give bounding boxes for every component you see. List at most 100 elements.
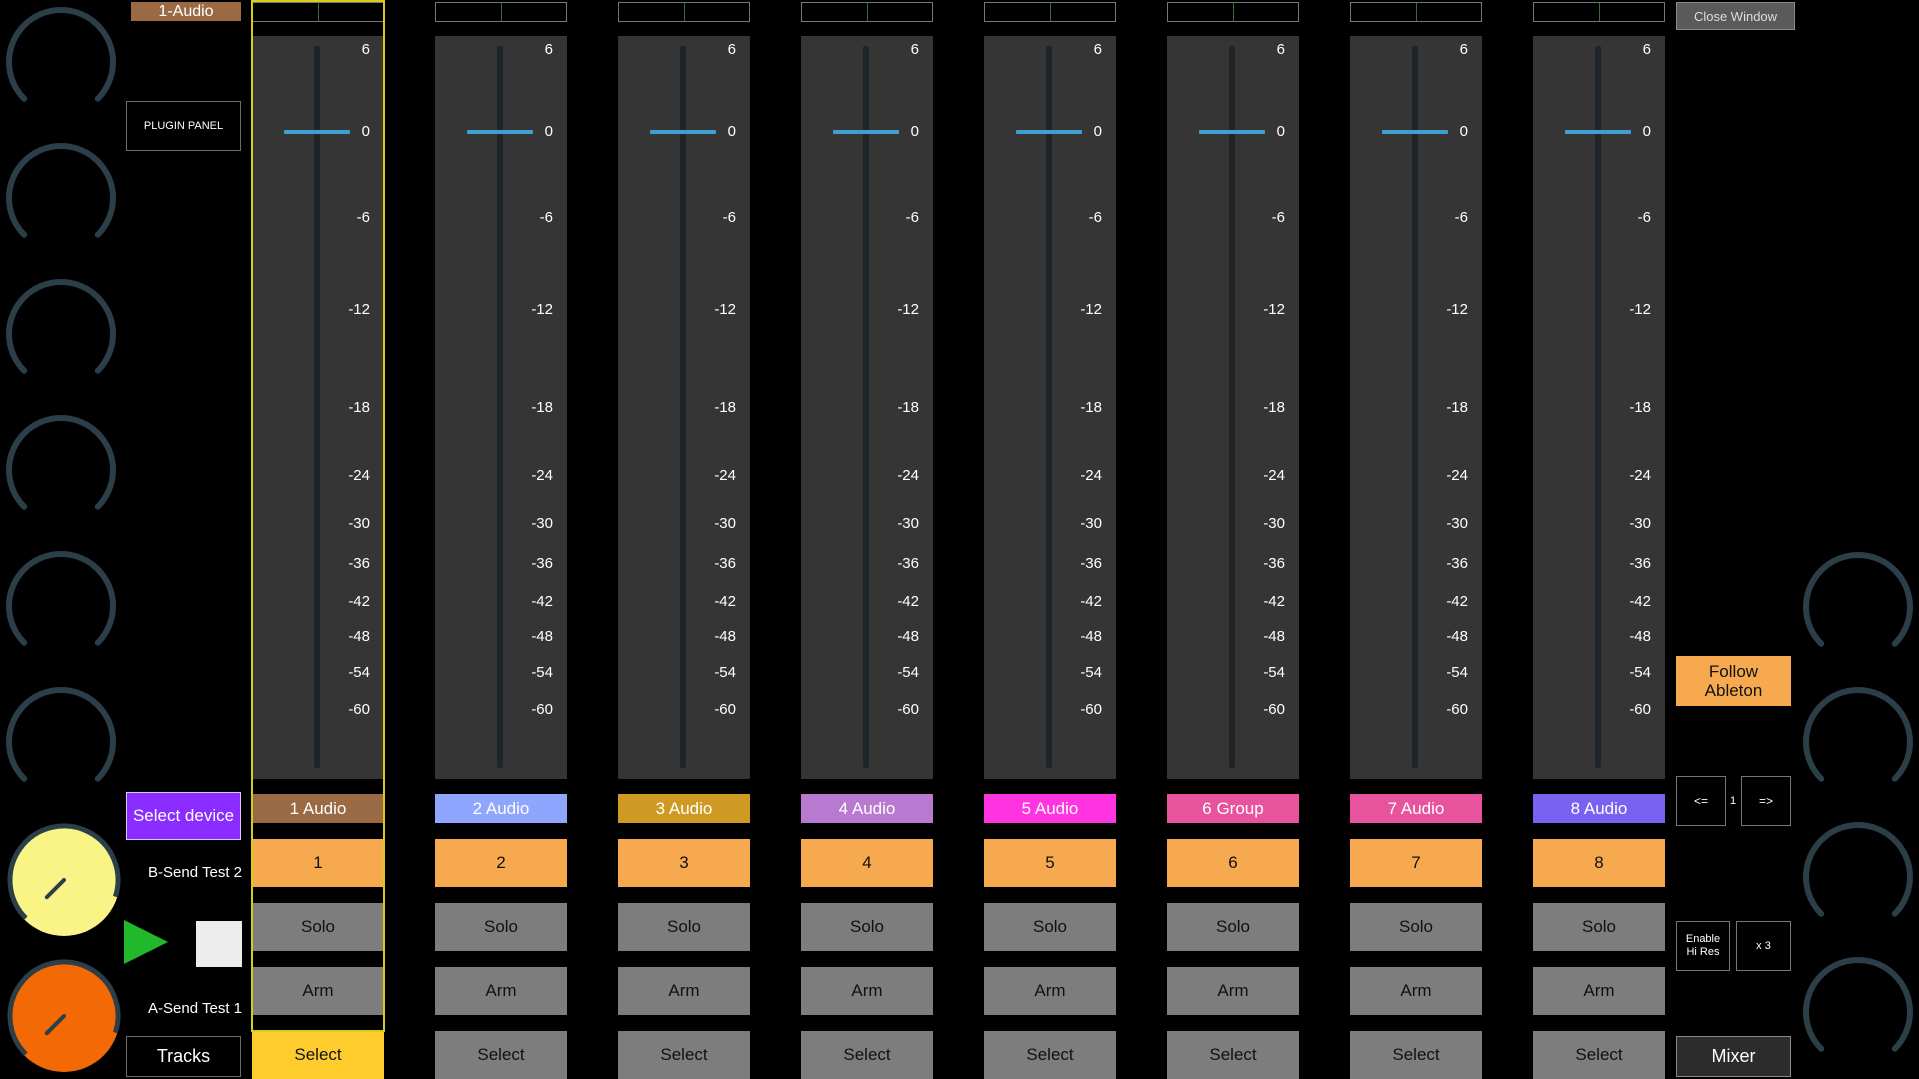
- knob-icon[interactable]: [3, 412, 119, 528]
- close-window-button[interactable]: Close Window: [1676, 2, 1795, 30]
- select-track-button[interactable]: Select: [435, 1031, 567, 1079]
- fader-scale-label: -12: [531, 301, 553, 318]
- solo-button[interactable]: Solo: [801, 903, 933, 951]
- volume-fader[interactable]: 6 0 -6 -12 -18 -24 -30 -36 -42 -48 -54 -60: [252, 36, 384, 779]
- arm-button[interactable]: Arm: [435, 967, 567, 1015]
- send-a-knob[interactable]: [6, 958, 122, 1074]
- fader-scale-label: -18: [1446, 399, 1468, 416]
- knob-icon[interactable]: [1800, 684, 1916, 800]
- arm-button[interactable]: Arm: [1350, 967, 1482, 1015]
- volume-fader[interactable]: 6 0 -6 -12 -18 -24 -30 -36 -42 -48 -54 -60: [984, 36, 1116, 779]
- select-track-button[interactable]: Select: [801, 1031, 933, 1079]
- fader-scale-label: -42: [531, 593, 553, 610]
- send-b-knob[interactable]: [6, 822, 122, 938]
- arm-button[interactable]: Arm: [984, 967, 1116, 1015]
- stop-button[interactable]: [196, 921, 242, 967]
- arm-button[interactable]: Arm: [1167, 967, 1299, 1015]
- select-track-button[interactable]: Select: [1350, 1031, 1482, 1079]
- follow-ableton-button[interactable]: Follow Ableton: [1676, 656, 1791, 706]
- solo-button[interactable]: Solo: [1167, 903, 1299, 951]
- solo-button[interactable]: Solo: [1350, 903, 1482, 951]
- volume-fader[interactable]: 6 0 -6 -12 -18 -24 -30 -36 -42 -48 -54 -60: [1167, 36, 1299, 779]
- fader-scale-label: -30: [1446, 515, 1468, 532]
- fader-scale-label: -30: [1263, 515, 1285, 532]
- next-page-button[interactable]: =>: [1741, 776, 1791, 826]
- track-number-button[interactable]: 5: [984, 839, 1116, 887]
- plugin-panel-button[interactable]: PLUGIN PANEL: [126, 101, 241, 151]
- fader-scale-label: -54: [1080, 664, 1102, 681]
- fader-scale-label: -36: [1629, 555, 1651, 572]
- select-track-button[interactable]: Select: [618, 1031, 750, 1079]
- knob-icon[interactable]: [3, 684, 119, 800]
- level-meter: [984, 2, 1116, 22]
- fader-scale-label: -42: [1263, 593, 1285, 610]
- enable-hi-res-button[interactable]: Enable Hi Res: [1676, 921, 1730, 971]
- prev-page-button[interactable]: <=: [1676, 776, 1726, 826]
- knob-icon[interactable]: [3, 276, 119, 392]
- fader-track[interactable]: [1595, 46, 1601, 768]
- fader-scale-label: -54: [1263, 664, 1285, 681]
- arm-button[interactable]: Arm: [801, 967, 933, 1015]
- solo-button[interactable]: Solo: [435, 903, 567, 951]
- volume-fader[interactable]: 6 0 -6 -12 -18 -24 -30 -36 -42 -48 -54 -60: [1350, 36, 1482, 779]
- select-track-button[interactable]: Select: [1533, 1031, 1665, 1079]
- arm-button[interactable]: Arm: [252, 967, 384, 1015]
- meter-divider: [684, 3, 685, 21]
- channel-strip: 6 0 -6 -12 -18 -24 -30 -36 -42 -48 -54 -60 4 Audio 4 S…: [801, 0, 933, 1079]
- meter-divider: [1233, 3, 1234, 21]
- select-track-button[interactable]: Select: [984, 1031, 1116, 1079]
- arm-button[interactable]: Arm: [1533, 967, 1665, 1015]
- fader-scale-label: -54: [1446, 664, 1468, 681]
- fader-scale-label: 6: [1642, 41, 1651, 58]
- knob-icon[interactable]: [3, 4, 119, 120]
- solo-button[interactable]: Solo: [984, 903, 1116, 951]
- knob-icon[interactable]: [3, 140, 119, 256]
- fader-scale-label: -36: [897, 555, 919, 572]
- track-name: 6 Group: [1167, 794, 1299, 823]
- volume-fader[interactable]: 6 0 -6 -12 -18 -24 -30 -36 -42 -48 -54 -60: [1533, 36, 1665, 779]
- fader-track[interactable]: [863, 46, 869, 768]
- knob-icon[interactable]: [1800, 819, 1916, 935]
- fader-scale-label: -36: [1263, 555, 1285, 572]
- fader-track[interactable]: [680, 46, 686, 768]
- fader-scale-label: -6: [1454, 209, 1468, 226]
- track-number-button[interactable]: 1: [252, 839, 384, 887]
- fader-scale-label: -48: [1446, 628, 1468, 645]
- meter-divider: [867, 3, 868, 21]
- track-number-button[interactable]: 4: [801, 839, 933, 887]
- channel-strip: 6 0 -6 -12 -18 -24 -30 -36 -42 -48 -54 -60 7 Audio 7 S…: [1350, 0, 1482, 1079]
- fader-scale-label: -30: [1629, 515, 1651, 532]
- select-device-button[interactable]: Select device: [126, 792, 241, 840]
- track-number-button[interactable]: 6: [1167, 839, 1299, 887]
- fader-scale-label: -42: [1629, 593, 1651, 610]
- select-track-button[interactable]: Select: [1167, 1031, 1299, 1079]
- level-meter: [1167, 2, 1299, 22]
- volume-fader[interactable]: 6 0 -6 -12 -18 -24 -30 -36 -42 -48 -54 -60: [435, 36, 567, 779]
- knob-icon[interactable]: [1800, 954, 1916, 1070]
- volume-fader[interactable]: 6 0 -6 -12 -18 -24 -30 -36 -42 -48 -54 -60: [618, 36, 750, 779]
- fader-track[interactable]: [1046, 46, 1052, 768]
- mixer-button[interactable]: Mixer: [1676, 1036, 1791, 1077]
- track-number-button[interactable]: 2: [435, 839, 567, 887]
- select-track-button[interactable]: Select: [252, 1031, 384, 1079]
- play-icon[interactable]: [124, 920, 168, 964]
- solo-button[interactable]: Solo: [1533, 903, 1665, 951]
- fader-scale-label: -48: [714, 628, 736, 645]
- fader-scale-label: 0: [1642, 123, 1651, 140]
- fader-track[interactable]: [314, 46, 320, 768]
- knob-icon[interactable]: [1800, 549, 1916, 665]
- fader-track[interactable]: [1229, 46, 1235, 768]
- volume-fader[interactable]: 6 0 -6 -12 -18 -24 -30 -36 -42 -48 -54 -60: [801, 36, 933, 779]
- tracks-button[interactable]: Tracks: [126, 1036, 241, 1077]
- track-number-button[interactable]: 7: [1350, 839, 1482, 887]
- solo-button[interactable]: Solo: [618, 903, 750, 951]
- knob-icon[interactable]: [3, 548, 119, 664]
- arm-button[interactable]: Arm: [618, 967, 750, 1015]
- fader-track[interactable]: [1412, 46, 1418, 768]
- solo-button[interactable]: Solo: [252, 903, 384, 951]
- track-number-button[interactable]: 8: [1533, 839, 1665, 887]
- send-b-label: B-Send Test 2: [148, 864, 242, 881]
- multiplier-button[interactable]: x 3: [1736, 921, 1791, 971]
- track-number-button[interactable]: 3: [618, 839, 750, 887]
- fader-track[interactable]: [497, 46, 503, 768]
